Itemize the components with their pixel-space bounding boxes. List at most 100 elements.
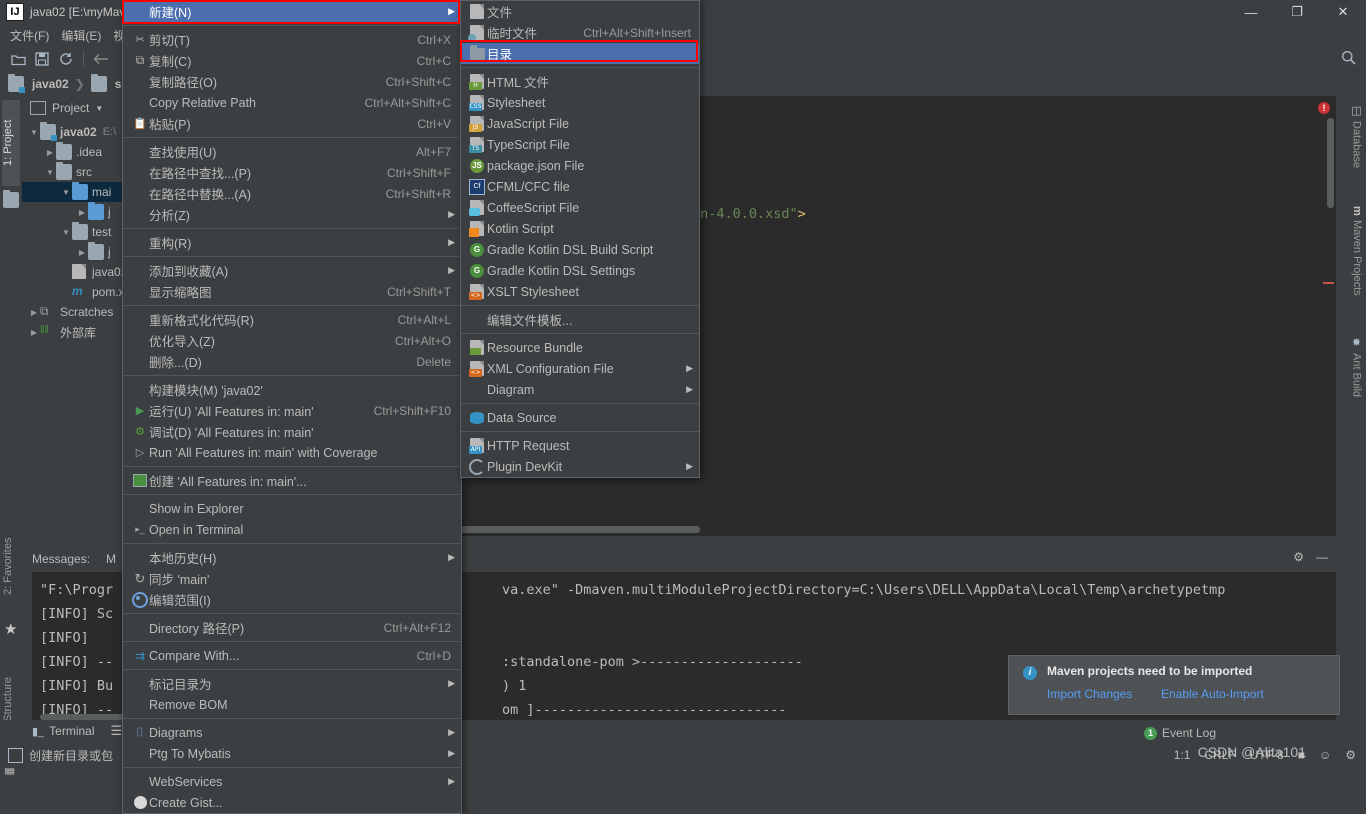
- run-tab-secondary[interactable]: M: [106, 552, 116, 566]
- context-menu-item[interactable]: 📋 粘贴(P) Ctrl+V: [123, 113, 461, 134]
- run-tab-messages[interactable]: Messages:: [32, 552, 90, 566]
- context-menu-item[interactable]: Directory 路径(P) Ctrl+Alt+F12: [123, 617, 461, 638]
- submenu-item[interactable]: Plugin DevKit ▶: [461, 456, 699, 477]
- open-folder-icon[interactable]: [6, 48, 30, 70]
- context-menu-item[interactable]: 删除...(D) Delete: [123, 351, 461, 372]
- event-log-indicator[interactable]: 1 Event Log: [1143, 726, 1216, 740]
- sidebar-item-project[interactable]: 1: Project: [2, 100, 20, 186]
- editor-vertical-scrollbar[interactable]: [1327, 118, 1334, 208]
- cfml-icon: Cf: [469, 178, 485, 195]
- context-menu-item[interactable]: ⇉ Compare With... Ctrl+D: [123, 645, 461, 666]
- settings-icon[interactable]: ⚙: [1345, 748, 1356, 762]
- context-menu-item[interactable]: ▶ 运行(U) 'All Features in: main' Ctrl+Shift…: [123, 400, 461, 421]
- submenu-item[interactable]: G Gradle Kotlin DSL Settings: [461, 260, 699, 281]
- submenu-item[interactable]: Cf CFML/CFC file: [461, 176, 699, 197]
- submenu-item[interactable]: <> XSLT Stylesheet: [461, 281, 699, 302]
- submenu-item[interactable]: <> XML Configuration File ▶: [461, 358, 699, 379]
- submenu-item[interactable]: API HTTP Request: [461, 435, 699, 456]
- minimize-icon[interactable]: —: [1316, 550, 1328, 564]
- context-menu-item-shortcut: Ctrl+V: [417, 116, 451, 131]
- menu-file[interactable]: 文件(F): [4, 25, 55, 46]
- enable-auto-import-link[interactable]: Enable Auto-Import: [1161, 687, 1264, 701]
- context-menu-item[interactable]: ⚙ 调试(D) 'All Features in: main': [123, 421, 461, 442]
- submenu-item[interactable]: 目录: [461, 43, 699, 64]
- context-menu-item[interactable]: 显示缩略图 Ctrl+Shift+T: [123, 281, 461, 302]
- gear-icon[interactable]: ⚙: [1293, 550, 1304, 564]
- submenu-item[interactable]: Data Source: [461, 407, 699, 428]
- tool-window-options-icon[interactable]: ☰: [105, 723, 123, 739]
- context-menu-item[interactable]: Create Gist...: [123, 792, 461, 813]
- search-icon[interactable]: [1341, 50, 1356, 68]
- expand-arrow-icon[interactable]: ▶: [28, 328, 40, 337]
- expand-arrow-icon[interactable]: ▶: [76, 248, 88, 257]
- context-menu-item[interactable]: Remove BOM: [123, 694, 461, 715]
- context-menu-item[interactable]: Show in Explorer: [123, 498, 461, 519]
- context-menu-item[interactable]: 添加到收藏(A) ▶: [123, 260, 461, 281]
- submenu-item[interactable]: JS JavaScript File: [461, 113, 699, 134]
- context-menu-item[interactable]: ⌷ Diagrams ▶: [123, 722, 461, 743]
- back-arrow-icon[interactable]: [89, 48, 113, 70]
- context-menu-item[interactable]: 重构(R) ▶: [123, 232, 461, 253]
- context-menu-item[interactable]: 分析(Z) ▶: [123, 204, 461, 225]
- sidebar-item-maven-projects[interactable]: m Maven Projects: [1351, 206, 1363, 296]
- inspection-face-icon[interactable]: ☺: [1319, 748, 1331, 762]
- menu-edit[interactable]: 编辑(E): [55, 25, 107, 46]
- close-button[interactable]: ✕: [1320, 0, 1366, 24]
- submenu-item[interactable]: CoffeeScript File: [461, 197, 699, 218]
- breadcrumb-item-java02[interactable]: java02 ❯: [8, 74, 87, 93]
- submenu-item[interactable]: Resource Bundle: [461, 337, 699, 358]
- submenu-item[interactable]: CSS Stylesheet: [461, 92, 699, 113]
- expand-arrow-icon[interactable]: ▶: [44, 148, 56, 157]
- submenu-item[interactable]: G Gradle Kotlin DSL Build Script: [461, 239, 699, 260]
- context-menu-item[interactable]: ▷ Run 'All Features in: main' with Covera…: [123, 442, 461, 463]
- context-menu-item[interactable]: 复制路径(O) Ctrl+Shift+C: [123, 71, 461, 92]
- minimize-button[interactable]: —: [1228, 0, 1274, 24]
- sidebar-item-ant-build[interactable]: ✸ Ant Build: [1350, 336, 1363, 397]
- caret-position[interactable]: 1:1: [1174, 748, 1191, 762]
- submenu-item[interactable]: 临时文件 Ctrl+Alt+Shift+Insert: [461, 22, 699, 43]
- collapse-arrow-icon[interactable]: ▼: [60, 188, 72, 197]
- context-menu-item[interactable]: WebServices ▶: [123, 771, 461, 792]
- collapse-arrow-icon[interactable]: ▼: [28, 128, 40, 137]
- context-menu-item[interactable]: 在路径中查找...(P) Ctrl+Shift+F: [123, 162, 461, 183]
- save-icon[interactable]: [30, 48, 54, 70]
- context-menu-item[interactable]: 本地历史(H) ▶: [123, 547, 461, 568]
- context-menu-item[interactable]: ▸_ Open in Terminal: [123, 519, 461, 540]
- import-changes-link[interactable]: Import Changes: [1047, 687, 1132, 701]
- context-menu-item[interactable]: ↻ 同步 'main': [123, 568, 461, 589]
- sidebar-item-favorites[interactable]: 2: Favorites: [2, 516, 20, 616]
- submenu-item[interactable]: JS package.json File: [461, 155, 699, 176]
- context-menu-item[interactable]: Copy Relative Path Ctrl+Alt+Shift+C: [123, 92, 461, 113]
- context-menu-item[interactable]: 构建模块(M) 'java02': [123, 379, 461, 400]
- submenu-item[interactable]: 文件: [461, 1, 699, 22]
- submenu-item[interactable]: Diagram ▶: [461, 379, 699, 400]
- context-menu-item[interactable]: 新建(N) ▶: [123, 1, 461, 22]
- context-menu-item[interactable]: ⧉ 复制(C) Ctrl+C: [123, 50, 461, 71]
- new-submenu[interactable]: 文件 临时文件 Ctrl+Alt+Shift+Insert 目录 H HTML 文件 CSS…: [460, 0, 700, 478]
- context-menu-item[interactable]: 查找使用(U) Alt+F7: [123, 141, 461, 162]
- context-menu-item[interactable]: 在路径中替换...(A) Ctrl+Shift+R: [123, 183, 461, 204]
- expand-arrow-icon[interactable]: ▶: [76, 208, 88, 217]
- context-menu-item[interactable]: 编辑范围(I): [123, 589, 461, 610]
- submenu-item[interactable]: TS TypeScript File: [461, 134, 699, 155]
- context-menu-item[interactable]: ✂ 剪切(T) Ctrl+X: [123, 29, 461, 50]
- error-badge[interactable]: !: [1318, 102, 1330, 114]
- context-menu-item[interactable]: 标记目录为 ▶: [123, 673, 461, 694]
- context-menu-item[interactable]: Ptg To Mybatis ▶: [123, 743, 461, 764]
- context-menu-item[interactable]: 重新格式化代码(R) Ctrl+Alt+L: [123, 309, 461, 330]
- submenu-item[interactable]: 编辑文件模板...: [461, 309, 699, 330]
- chevron-down-icon[interactable]: ▼: [95, 104, 103, 113]
- context-menu[interactable]: 新建(N) ▶ ✂ 剪切(T) Ctrl+X ⧉ 复制(C) Ctrl+C 复制路径(O) Ctr…: [122, 0, 462, 814]
- sidebar-item-database[interactable]: ◫ Database: [1350, 104, 1363, 168]
- context-menu-item[interactable]: 优化导入(Z) Ctrl+Alt+O: [123, 330, 461, 351]
- collapse-arrow-icon[interactable]: ▼: [60, 228, 72, 237]
- submenu-item[interactable]: Kotlin Script: [461, 218, 699, 239]
- expand-arrow-icon[interactable]: ▶: [28, 308, 40, 317]
- context-menu-item[interactable]: 创建 'All Features in: main'...: [123, 470, 461, 491]
- sync-icon[interactable]: [54, 48, 78, 70]
- tab-terminal[interactable]: ▮_ Terminal: [22, 724, 105, 738]
- maximize-button[interactable]: ❐: [1274, 0, 1320, 24]
- collapse-arrow-icon[interactable]: ▼: [44, 168, 56, 177]
- editor-horizontal-scrollbar[interactable]: [460, 526, 700, 533]
- submenu-item[interactable]: H HTML 文件: [461, 71, 699, 92]
